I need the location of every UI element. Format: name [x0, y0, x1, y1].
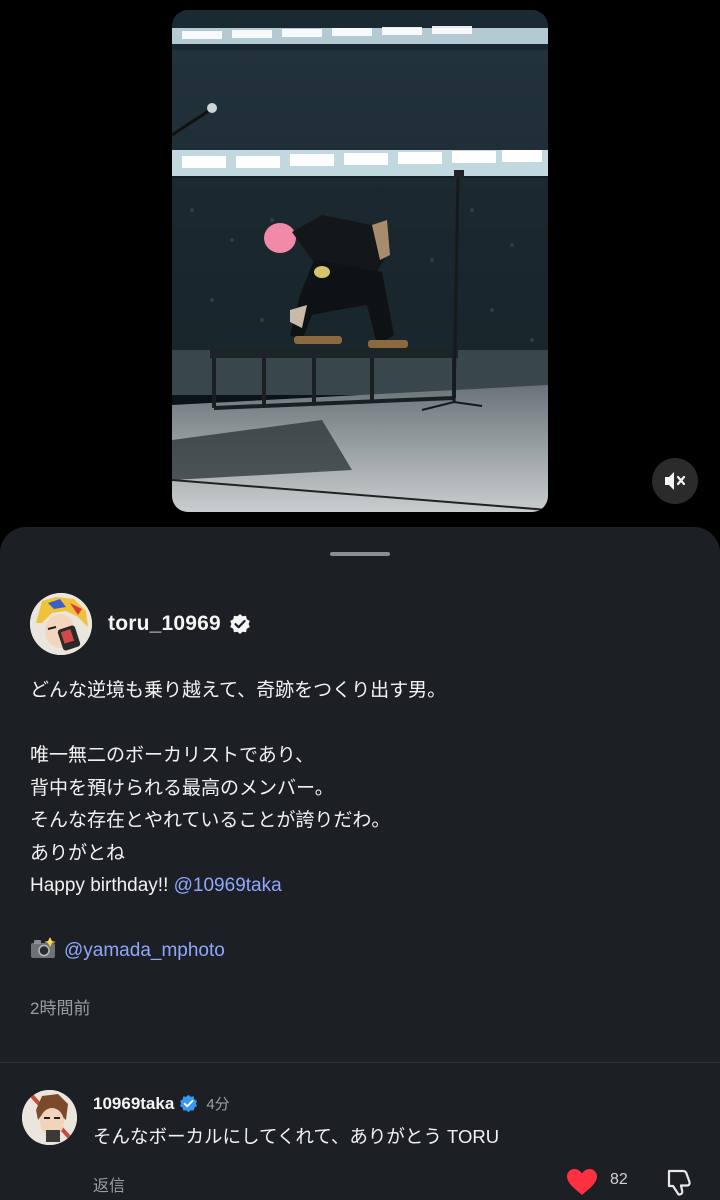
mute-button[interactable] [652, 458, 698, 504]
mention-link[interactable]: @10969taka [174, 875, 282, 896]
post-image[interactable] [172, 10, 548, 512]
reply-button[interactable]: 返信 [93, 1172, 125, 1196]
author-avatar[interactable] [30, 593, 92, 655]
app-screen: toru_10969 どんな逆境も乗り越えて、奇跡をつくり出す男。 唯一無二のボ… [0, 0, 720, 1200]
caption-line: どんな逆境も乗り越えて、奇跡をつくり出す男。 [30, 680, 447, 701]
verified-badge-icon [229, 613, 251, 635]
caption-line-birthday: Happy birthday!! @10969taka [30, 870, 690, 903]
caption-line-credit: @yamada_mphoto [30, 935, 690, 968]
post-timestamp: 2時間前 [30, 999, 91, 1018]
comment-header: 10969taka 4分 [93, 1093, 230, 1114]
drag-handle[interactable] [330, 552, 390, 556]
media-viewer [0, 0, 720, 530]
like-count: 82 [610, 1171, 628, 1188]
comments-sheet: toru_10969 どんな逆境も乗り越えて、奇跡をつくり出す男。 唯一無二のボ… [0, 527, 720, 1200]
post-author-row: toru_10969 [30, 593, 251, 655]
comment-timestamp: 4分 [206, 1096, 230, 1113]
dislike-button[interactable] [664, 1167, 694, 1197]
camera-flash-icon [30, 937, 56, 959]
comment-text: そんなボーカルにしてくれて、ありがとう TORU [93, 1126, 500, 1147]
heart-icon [567, 1169, 597, 1195]
mention-link[interactable]: @yamada_mphoto [64, 940, 225, 961]
caption-line: 背中を預けられる最高のメンバー。 [30, 777, 334, 799]
author-username[interactable]: toru_10969 [108, 612, 221, 636]
post-caption: どんな逆境も乗り越えて、奇跡をつくり出す男。 唯一無二のボーカリストであり、 背… [30, 675, 690, 968]
caption-line: 唯一無二のボーカリストであり、 [30, 745, 315, 766]
verified-badge-icon [179, 1094, 198, 1113]
caption-line: そんな存在とやれていることが誇りだわ。 [30, 810, 391, 831]
thumbs-down-icon [667, 1169, 691, 1196]
speaker-muted-icon [665, 472, 686, 490]
anime-avatar-illustration [22, 1090, 77, 1145]
concert-photo-illustration [172, 10, 548, 512]
caption-line: ありがとね [30, 842, 126, 864]
caption-text: Happy birthday!! [30, 875, 174, 896]
anime-avatar-illustration [30, 593, 92, 655]
commenter-username[interactable]: 10969taka [93, 1094, 174, 1114]
like-button[interactable] [566, 1168, 598, 1196]
comment-item: 10969taka 4分 そんなボーカルにしてくれて、ありがとう TORU 返信… [22, 1089, 702, 1199]
commenter-avatar[interactable] [22, 1090, 77, 1145]
divider [0, 1062, 720, 1063]
